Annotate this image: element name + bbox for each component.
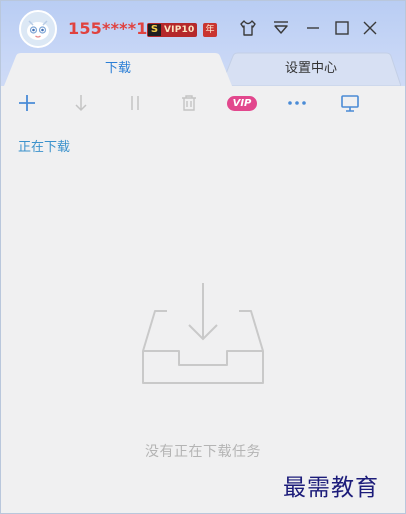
vip-level-text: VIP10 bbox=[164, 25, 195, 35]
tab-settings-center-label: 设置中心 bbox=[284, 61, 337, 76]
vip-level-badge[interactable]: S VIP10 bbox=[147, 23, 197, 37]
maximize-icon bbox=[335, 21, 349, 35]
maximize-button[interactable] bbox=[331, 17, 353, 39]
add-icon bbox=[19, 95, 35, 111]
menu-button[interactable] bbox=[270, 17, 292, 39]
minimize-button[interactable] bbox=[302, 17, 324, 39]
start-download-button[interactable] bbox=[68, 90, 94, 116]
avatar[interactable] bbox=[19, 10, 57, 48]
more-button[interactable] bbox=[284, 90, 310, 116]
download-panel: VIP 正在下载 没有正在下载任务 bbox=[1, 86, 405, 513]
download-window: 155****1... S VIP10 年 设置中心 下载 VIP 正在下载 没… bbox=[0, 0, 406, 514]
close-icon bbox=[363, 21, 377, 35]
annual-badge[interactable]: 年 bbox=[203, 23, 217, 37]
super-vip-s-badge: S bbox=[148, 24, 161, 36]
avatar-robot-icon bbox=[21, 12, 55, 46]
delete-button[interactable] bbox=[176, 90, 202, 116]
empty-inbox-download-icon bbox=[142, 283, 264, 384]
pause-button[interactable] bbox=[122, 90, 148, 116]
downloading-section-label[interactable]: 正在下载 bbox=[18, 136, 70, 155]
tab-settings-center[interactable]: 设置中心 bbox=[221, 52, 401, 86]
tab-download[interactable]: 下载 bbox=[4, 52, 232, 86]
title-bar: 155****1... S VIP10 年 设置中心 下载 bbox=[1, 1, 405, 87]
tab-download-label: 下载 bbox=[104, 61, 131, 76]
more-icon bbox=[288, 101, 306, 105]
empty-state-message: 没有正在下载任务 bbox=[145, 444, 261, 460]
close-button[interactable] bbox=[359, 17, 381, 39]
add-task-button[interactable] bbox=[14, 90, 40, 116]
monitor-button[interactable] bbox=[337, 90, 363, 116]
watermark: 最需教育 bbox=[283, 475, 379, 501]
vip-speedup-button[interactable]: VIP bbox=[227, 96, 257, 111]
minimize-icon bbox=[307, 27, 319, 29]
pause-icon bbox=[131, 96, 139, 110]
dropdown-menu-icon bbox=[274, 21, 288, 34]
skin-button[interactable] bbox=[237, 17, 259, 39]
monitor-icon bbox=[341, 95, 359, 112]
delete-icon bbox=[182, 95, 196, 111]
download-arrow-icon bbox=[75, 95, 87, 112]
skin-icon bbox=[240, 20, 256, 36]
